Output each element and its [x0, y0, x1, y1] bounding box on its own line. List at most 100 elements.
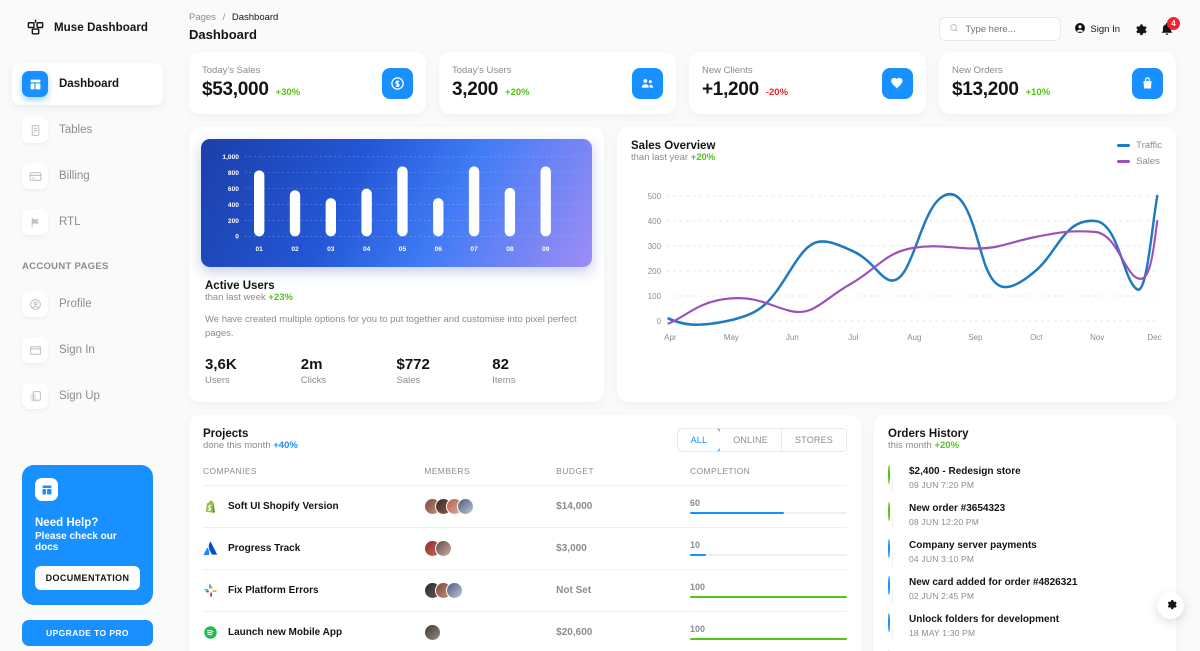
event-title: Unlock folders for development [909, 613, 1060, 625]
stat-value: $13,200 [952, 79, 1019, 100]
sidebar-item-billing[interactable]: Billing [12, 155, 163, 197]
stat-label: Today's Users [452, 65, 512, 76]
sidebar-item-tables[interactable]: Tables [12, 109, 163, 151]
metric-value: 2m [300, 355, 323, 373]
search-box[interactable] [939, 17, 1062, 41]
cell-members [424, 527, 557, 570]
top-bar: Pages / Dashboard Dashboard Si [179, 0, 1186, 52]
table-row[interactable]: Progress Track $3,000 10 [203, 527, 847, 570]
timeline-event[interactable]: Company server payments 04 JUN 3:10 PM [888, 538, 1162, 577]
completion-value: 100 [690, 581, 706, 592]
stat-label: New Orders [952, 65, 1003, 76]
svg-text:08: 08 [506, 246, 514, 253]
subtitle-prefix: than last year [631, 152, 689, 163]
spotify-logo-icon [203, 625, 218, 640]
timeline-event[interactable]: $2,400 - Redesign store 09 JUN 7:20 PM [888, 464, 1162, 503]
status-dot [888, 612, 890, 632]
sidebar-item-sign-in[interactable]: Sign In [12, 329, 163, 371]
notifications-button[interactable]: 4 [1160, 17, 1180, 36]
timeline-event[interactable]: New card added for order #4826321 02 JUN… [888, 575, 1162, 614]
svg-text:Sep: Sep [968, 333, 983, 342]
help-card-subtitle: Please check our docs [35, 531, 117, 553]
cell-members [424, 569, 557, 612]
event-time: 18 MAY 1:30 PM [909, 627, 976, 638]
sidebar-item-label: RTL [59, 216, 81, 228]
svg-text:04: 04 [363, 246, 371, 253]
subtitle-prefix: done this month [203, 439, 271, 451]
svg-text:0: 0 [657, 317, 662, 326]
stat-value: 3,200 [452, 79, 499, 100]
documentation-button[interactable]: DOCUMENTATION [35, 566, 140, 590]
projects-subtitle: done this month +40% [203, 440, 298, 451]
upgrade-to-pro-button[interactable]: UPGRADE TO PRO [22, 620, 153, 646]
stat-label: New Clients [702, 65, 753, 76]
sidebar-item-dashboard[interactable]: Dashboard [12, 63, 163, 105]
table-row[interactable]: Fix Platform Errors Not Set 100 [203, 569, 847, 612]
brand-name: Muse Dashboard [54, 21, 149, 34]
breadcrumb-root[interactable]: Pages [189, 12, 216, 23]
status-dot [888, 464, 890, 484]
stat-value-row: $13,200 +10% [952, 79, 1050, 101]
col-budget: BUDGET [556, 465, 690, 486]
sidebar-item-label: Billing [59, 170, 90, 182]
grid-logo-icon [26, 18, 45, 37]
avatar[interactable] [424, 623, 442, 641]
avatar[interactable] [446, 581, 464, 599]
avatar[interactable] [457, 497, 475, 515]
filter-stores-button[interactable]: STORES [781, 428, 846, 451]
main-content: Pages / Dashboard Dashboard Si [175, 0, 1200, 651]
sidebar-item-label: Sign In [59, 344, 95, 356]
timeline-event[interactable]: Unlock folders for development 18 MAY 1:… [888, 612, 1162, 651]
question-box-icon [35, 478, 58, 501]
sidebar-section-label: ACCOUNT PAGES [22, 261, 109, 272]
filter-online-button[interactable]: ONLINE [720, 428, 782, 451]
projects-header: Projects done this month +40% ALL ONLINE… [203, 427, 847, 452]
svg-text:800: 800 [228, 170, 239, 177]
table-row[interactable]: Launch new Mobile App $20,600 100 [203, 611, 847, 651]
settings-button[interactable] [1133, 22, 1147, 36]
sign-in-link[interactable]: Sign In [1074, 22, 1120, 37]
completion-value: 100 [690, 623, 706, 634]
breadcrumb-current: Dashboard [231, 12, 279, 23]
sales-overview-title: Sales Overview [631, 140, 716, 152]
timeline-connector [892, 626, 893, 641]
filter-all-button[interactable]: ALL [677, 428, 722, 451]
status-dot [888, 538, 890, 558]
timeline-event[interactable]: New order #3654323 08 JUN 12:20 PM [888, 501, 1162, 540]
svg-text:Oct: Oct [1030, 333, 1043, 342]
timeline-event-body: New order #3654323 08 JUN 12:20 PM [909, 503, 1005, 527]
cell-completion: 100 [690, 569, 847, 612]
subtitle-delta: +23% [268, 292, 293, 303]
sidebar-item-sign-up[interactable]: Sign Up [12, 375, 163, 417]
settings-fab-button[interactable] [1157, 592, 1184, 619]
search-input[interactable] [965, 23, 1052, 35]
table-header-row: COMPANIES MEMBERS BUDGET COMPLETION [203, 465, 847, 486]
sidebar-item-profile[interactable]: Profile [12, 283, 163, 325]
stat-value-row: $53,000 +30% [202, 79, 300, 101]
company-cell: Launch new Mobile App [203, 625, 424, 640]
legend-item-sales[interactable]: Sales [1117, 156, 1160, 167]
timeline-marker [888, 538, 899, 567]
completion-value: 10 [690, 539, 701, 550]
event-title: New card added for order #4826321 [909, 576, 1078, 588]
timeline-marker [888, 575, 899, 604]
metric-value: $772 [396, 355, 430, 373]
legend-item-traffic[interactable]: Traffic [1117, 140, 1162, 151]
sales-overview-subtitle: than last year +20% [631, 152, 715, 163]
sidebar-item-rtl[interactable]: RTL [12, 201, 163, 243]
progress-fill [690, 595, 847, 599]
avatar[interactable] [435, 539, 453, 557]
brand[interactable]: Muse Dashboard [12, 14, 163, 37]
page-heading-group: Pages / Dashboard Dashboard [189, 12, 278, 42]
svg-text:200: 200 [648, 267, 662, 276]
stat-delta: +30% [275, 87, 301, 98]
svg-text:07: 07 [470, 246, 478, 253]
stat-card-todays-users: Today's Users 3,200 +20% [439, 52, 676, 114]
sales-overview-titles: Sales Overview than last year +20% [631, 140, 715, 163]
timeline-connector [892, 552, 893, 567]
active-users-title: Active Users [205, 280, 275, 292]
flag-icon [22, 209, 48, 235]
progress-track [690, 553, 847, 557]
table-row[interactable]: Soft UI Shopify Version $14,000 60 [203, 485, 847, 528]
timeline-event-body: $2,400 - Redesign store 09 JUN 7:20 PM [909, 466, 1021, 490]
